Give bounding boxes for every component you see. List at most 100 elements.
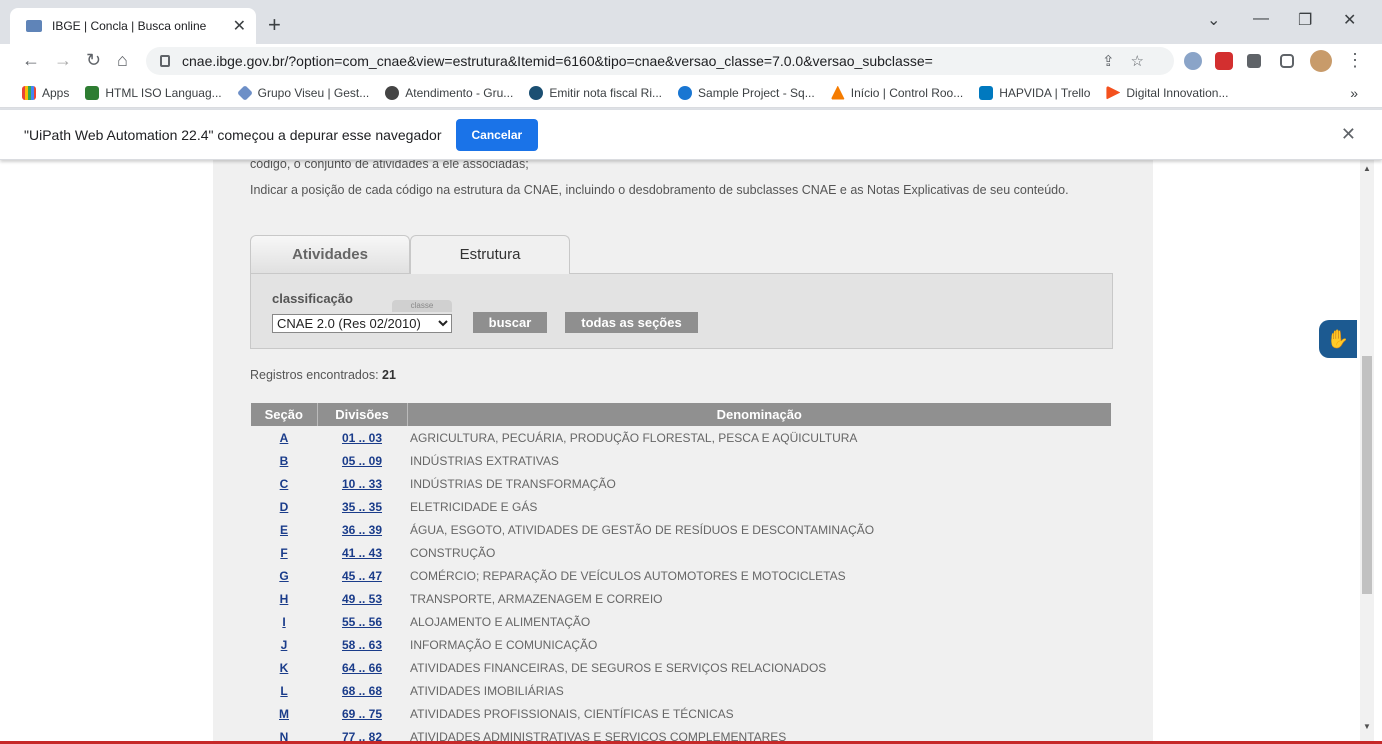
restore-button[interactable]: ❐: [1298, 10, 1312, 30]
new-tab-button[interactable]: +: [268, 12, 281, 38]
denominacao-cell: CONSTRUÇÃO: [410, 545, 496, 560]
secao-link[interactable]: D: [280, 500, 289, 514]
bookmark-apps[interactable]: Apps: [22, 85, 70, 100]
scroll-down-icon[interactable]: ▼: [1363, 722, 1371, 731]
vlibras-accessibility-icon[interactable]: ✋: [1319, 320, 1357, 358]
divisoes-cell: 49 .. 53: [317, 587, 407, 610]
secao-cell: C: [251, 472, 317, 495]
divisoes-cell: 36 .. 39: [317, 518, 407, 541]
infobar-message: "UiPath Web Automation 22.4" começou a d…: [24, 126, 442, 143]
tab-estrutura[interactable]: Estrutura: [410, 235, 570, 274]
divisoes-link[interactable]: 55 .. 56: [342, 615, 382, 629]
scroll-up-icon[interactable]: ▲: [1363, 164, 1371, 173]
denominacao-cell: TRANSPORTE, ARMAZENAGEM E CORREIO: [410, 591, 663, 606]
scrollbar-thumb[interactable]: [1362, 356, 1372, 594]
denominacao-cell: COMÉRCIO; REPARAÇÃO DE VEÍCULOS AUTOMOTO…: [410, 568, 846, 583]
extension-youtube-icon[interactable]: [1215, 52, 1233, 70]
tab-title: IBGE | Concla | Busca online: [52, 19, 207, 33]
records-number: 21: [382, 368, 396, 382]
secao-link[interactable]: L: [280, 684, 287, 698]
bookmark-atendimento[interactable]: Atendimento - Gru...: [385, 85, 513, 100]
close-infobar-icon[interactable]: ✕: [1341, 124, 1356, 145]
denominacao-cell: ELETRICIDADE E GÁS: [410, 499, 538, 514]
address-bar[interactable]: cnae.ibge.gov.br/?option=com_cnae&view=e…: [146, 47, 1174, 75]
divisoes-link[interactable]: 36 .. 39: [342, 523, 382, 537]
tab-search-icon[interactable]: ⌄: [1207, 10, 1220, 30]
bookmark-html-iso[interactable]: HTML ISO Languag...: [85, 85, 222, 100]
close-tab-icon[interactable]: ✕: [233, 16, 246, 36]
bookmark-label: Grupo Viseu | Gest...: [257, 85, 370, 100]
col-secao: Seção: [251, 403, 318, 426]
secao-cell: B: [251, 449, 317, 472]
back-icon[interactable]: ←: [22, 50, 40, 71]
profile-avatar[interactable]: [1310, 50, 1332, 72]
table-row: A 01 .. 03 AGRICULTURA, PECUÁRIA, PRODUÇÃO…: [251, 426, 1111, 449]
bookmark-label: HTML ISO Languag...: [105, 85, 222, 100]
share-star-icon[interactable]: ⇪☆: [1102, 52, 1160, 70]
table-row: E 36 .. 39 ÁGUA, ESGOTO, ATIVIDADES DE GES…: [251, 518, 1111, 541]
viseu-icon: [236, 84, 253, 101]
menu-kebab-icon[interactable]: ⋮: [1346, 50, 1364, 71]
bookmarks-overflow-icon[interactable]: »: [1350, 85, 1358, 101]
bookmark-grupo-viseu[interactable]: Grupo Viseu | Gest...: [236, 84, 370, 101]
divisoes-link[interactable]: 49 .. 53: [342, 592, 382, 606]
secao-link[interactable]: H: [280, 592, 289, 606]
divisoes-link[interactable]: 45 .. 47: [342, 569, 382, 583]
w3-icon: [85, 85, 100, 100]
divisoes-link[interactable]: 64 .. 66: [342, 661, 382, 675]
secao-cell: I: [251, 610, 317, 633]
secao-link[interactable]: C: [280, 477, 289, 491]
divisoes-link[interactable]: 41 .. 43: [342, 546, 382, 560]
cancel-button[interactable]: Cancelar: [455, 118, 539, 151]
secao-link[interactable]: F: [280, 546, 287, 560]
extensions-puzzle-icon[interactable]: [1247, 54, 1261, 68]
divisoes-cell: 10 .. 33: [317, 472, 407, 495]
table-row: F 41 .. 43 CONSTRUÇÃO: [251, 541, 1111, 564]
home-icon[interactable]: ⌂: [117, 50, 128, 71]
bookmark-trello[interactable]: HAPVIDA | Trello: [979, 85, 1090, 100]
classe-mini-tab[interactable]: classe: [392, 300, 452, 312]
buscar-button[interactable]: buscar: [473, 312, 547, 333]
reload-icon[interactable]: ↻: [86, 50, 101, 71]
table-row: K 64 .. 66 ATIVIDADES FINANCEIRAS, DE SEGU…: [251, 656, 1111, 679]
divisoes-link[interactable]: 68 .. 68: [342, 684, 382, 698]
divisoes-link[interactable]: 01 .. 03: [342, 431, 382, 445]
denominacao-cell: AGRICULTURA, PECUÁRIA, PRODUÇÃO FLORESTA…: [410, 430, 858, 445]
close-window-button[interactable]: ✕: [1343, 10, 1356, 30]
minimize-button[interactable]: —: [1253, 10, 1269, 28]
secao-link[interactable]: M: [279, 707, 289, 721]
secao-link[interactable]: K: [280, 661, 289, 675]
records-count: Registros encontrados: 21: [250, 368, 396, 382]
todas-secoes-button[interactable]: todas as seções: [565, 312, 698, 333]
secao-link[interactable]: B: [280, 454, 289, 468]
browser-tab[interactable]: IBGE | Concla | Busca online ✕: [10, 8, 256, 44]
extension-uipath-icon[interactable]: [1184, 52, 1202, 70]
side-panel-icon[interactable]: [1280, 54, 1294, 68]
secao-link[interactable]: I: [282, 615, 285, 629]
bookmark-nota-fiscal[interactable]: Emitir nota fiscal Ri...: [529, 85, 662, 100]
tab-atividades[interactable]: Atividades: [250, 235, 410, 274]
divisoes-cell: 58 .. 63: [317, 633, 407, 656]
secao-cell: J: [251, 633, 317, 656]
divisoes-link[interactable]: 10 .. 33: [342, 477, 382, 491]
divisoes-cell: 35 .. 35: [317, 495, 407, 518]
browser-toolbar: ← → ↻ ⌂ cnae.ibge.gov.br/?option=com_cna…: [0, 44, 1382, 78]
divisoes-link[interactable]: 35 .. 35: [342, 500, 382, 514]
secao-link[interactable]: J: [281, 638, 288, 652]
forward-icon[interactable]: →: [54, 50, 72, 71]
table-body: A 01 .. 03 AGRICULTURA, PECUÁRIA, PRODUÇÃO…: [251, 426, 1111, 744]
bookmark-label: Apps: [42, 85, 70, 100]
classification-select[interactable]: CNAE 2.0 (Res 02/2010): [272, 314, 452, 333]
bookmark-control-room[interactable]: Início | Control Roo...: [830, 85, 963, 100]
bookmark-digital-innovation[interactable]: Digital Innovation...: [1106, 85, 1228, 100]
bookmark-sample-project[interactable]: Sample Project - Sq...: [678, 85, 815, 100]
divisoes-link[interactable]: 69 .. 75: [342, 707, 382, 721]
secao-cell: L: [251, 679, 317, 702]
divisoes-link[interactable]: 58 .. 63: [342, 638, 382, 652]
divisoes-link[interactable]: 05 .. 09: [342, 454, 382, 468]
secao-link[interactable]: E: [280, 523, 288, 537]
divisoes-cell: 55 .. 56: [317, 610, 407, 633]
vertical-scrollbar[interactable]: ▲ ▼: [1360, 160, 1374, 744]
secao-link[interactable]: G: [279, 569, 288, 583]
secao-link[interactable]: A: [280, 431, 289, 445]
